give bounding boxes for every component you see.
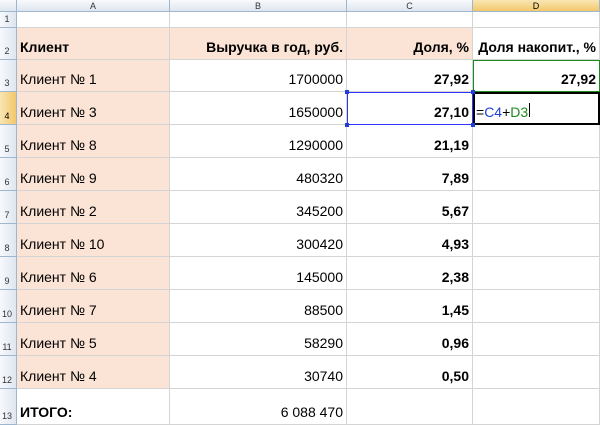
- cell-d1[interactable]: [473, 12, 600, 28]
- table-row: 3 Клиент № 1 1700000 27,92 27,92: [0, 60, 600, 92]
- table-row: 7 Клиент № 2 345200 5,67: [0, 191, 600, 224]
- cell-d9[interactable]: [473, 257, 600, 290]
- cell-b10[interactable]: 88500: [170, 290, 347, 323]
- cell-a6[interactable]: Клиент № 9: [17, 158, 170, 191]
- table-row: 12 Клиент № 4 30740 0,50: [0, 356, 600, 389]
- cell-b9[interactable]: 145000: [170, 257, 347, 290]
- cell-b1[interactable]: [170, 12, 347, 28]
- cell-b2[interactable]: Выручка в год, руб.: [170, 28, 347, 60]
- row-header[interactable]: 7: [0, 191, 17, 224]
- row-header[interactable]: 6: [0, 158, 17, 191]
- row-header[interactable]: 11: [0, 323, 17, 356]
- row-header[interactable]: 13: [0, 389, 17, 425]
- cell-c12[interactable]: 0,50: [347, 356, 473, 389]
- cell-a5[interactable]: Клиент № 8: [17, 125, 170, 158]
- cell-d11[interactable]: [473, 323, 600, 356]
- cell-c10[interactable]: 1,45: [347, 290, 473, 323]
- cell-b5[interactable]: 1290000: [170, 125, 347, 158]
- cell-a7[interactable]: Клиент № 2: [17, 191, 170, 224]
- cell-c9[interactable]: 2,38: [347, 257, 473, 290]
- range-handle[interactable]: [345, 90, 349, 94]
- cell-a2[interactable]: Клиент: [17, 28, 170, 60]
- text-cursor: [529, 103, 531, 117]
- range-handle[interactable]: [471, 90, 475, 94]
- cell-a11[interactable]: Клиент № 5: [17, 323, 170, 356]
- column-header-d[interactable]: D: [473, 0, 600, 12]
- cell-c11[interactable]: 0,96: [347, 323, 473, 356]
- formula-ref-c4: C4: [484, 104, 503, 120]
- cell-c5[interactable]: 21,19: [347, 125, 473, 158]
- cell-b8[interactable]: 300420: [170, 224, 347, 257]
- cell-c6[interactable]: 7,89: [347, 158, 473, 191]
- cell-d2[interactable]: Доля накопит., %: [473, 28, 600, 60]
- row-header[interactable]: 12: [0, 356, 17, 389]
- row-header[interactable]: 1: [0, 12, 17, 28]
- cell-c8[interactable]: 4,93: [347, 224, 473, 257]
- cell-c2[interactable]: Доля, %: [347, 28, 473, 60]
- cell-d10[interactable]: [473, 290, 600, 323]
- cell-c7[interactable]: 5,67: [347, 191, 473, 224]
- row-header[interactable]: 10: [0, 290, 17, 323]
- formula-text: =C4+D3: [476, 103, 531, 120]
- cell-a9[interactable]: Клиент № 6: [17, 257, 170, 290]
- cell-d6[interactable]: [473, 158, 600, 191]
- table-row: 6 Клиент № 9 480320 7,89: [0, 158, 600, 191]
- cell-d4-editing[interactable]: =C4+D3: [473, 92, 600, 125]
- table-row: 11 Клиент № 5 58290 0,96: [0, 323, 600, 356]
- cell-c4[interactable]: 27,10: [347, 92, 473, 125]
- range-handle[interactable]: [345, 123, 349, 127]
- row-header[interactable]: 9: [0, 257, 17, 290]
- row-header[interactable]: 4: [0, 92, 17, 125]
- table-row: 10 Клиент № 7 88500 1,45: [0, 290, 600, 323]
- row-header[interactable]: 3: [0, 60, 17, 92]
- cell-d8[interactable]: [473, 224, 600, 257]
- cell-a12[interactable]: Клиент № 4: [17, 356, 170, 389]
- table-row: 2 Клиент Выручка в год, руб. Доля, % Дол…: [0, 28, 600, 60]
- cell-b4[interactable]: 1650000: [170, 92, 347, 125]
- cell-c3[interactable]: 27,92: [347, 60, 473, 92]
- column-header-a[interactable]: A: [17, 0, 170, 12]
- cell-d3[interactable]: 27,92: [473, 60, 600, 92]
- column-header-row: A B C D: [0, 0, 600, 12]
- table-row: 5 Клиент № 8 1290000 21,19: [0, 125, 600, 158]
- cell-c13[interactable]: [347, 389, 473, 425]
- table-row: 4 Клиент № 3 1650000 27,10 =C4+D3: [0, 92, 600, 125]
- cell-d12[interactable]: [473, 356, 600, 389]
- cell-d7[interactable]: [473, 191, 600, 224]
- column-header-c[interactable]: C: [347, 0, 473, 12]
- table-row: 8 Клиент № 10 300420 4,93: [0, 224, 600, 257]
- cell-b12[interactable]: 30740: [170, 356, 347, 389]
- column-header-b[interactable]: B: [170, 0, 347, 12]
- cell-a4[interactable]: Клиент № 3: [17, 92, 170, 125]
- cell-a13[interactable]: ИТОГО:: [17, 389, 170, 425]
- cell-a3[interactable]: Клиент № 1: [17, 60, 170, 92]
- formula-ref-d3: D3: [510, 104, 529, 120]
- cell-d5[interactable]: [473, 125, 600, 158]
- cell-b7[interactable]: 345200: [170, 191, 347, 224]
- range-handle[interactable]: [471, 123, 475, 127]
- cell-a10[interactable]: Клиент № 7: [17, 290, 170, 323]
- spreadsheet-grid: A B C D 1 2 Клиент Выручка в год, руб. Д…: [0, 0, 600, 425]
- formula-equals: =: [476, 104, 485, 120]
- select-all-corner[interactable]: [0, 0, 17, 12]
- cell-d13[interactable]: [473, 389, 600, 425]
- cell-b11[interactable]: 58290: [170, 323, 347, 356]
- cell-a1[interactable]: [17, 12, 170, 28]
- cell-b6[interactable]: 480320: [170, 158, 347, 191]
- table-row: 13 ИТОГО: 6 088 470: [0, 389, 600, 425]
- table-row: 9 Клиент № 6 145000 2,38: [0, 257, 600, 290]
- cell-b3[interactable]: 1700000: [170, 60, 347, 92]
- cell-b13[interactable]: 6 088 470: [170, 389, 347, 425]
- cell-c1[interactable]: [347, 12, 473, 28]
- row-header[interactable]: 5: [0, 125, 17, 158]
- row-header[interactable]: 2: [0, 28, 17, 60]
- cell-a8[interactable]: Клиент № 10: [17, 224, 170, 257]
- table-row: 1: [0, 12, 600, 28]
- row-header[interactable]: 8: [0, 224, 17, 257]
